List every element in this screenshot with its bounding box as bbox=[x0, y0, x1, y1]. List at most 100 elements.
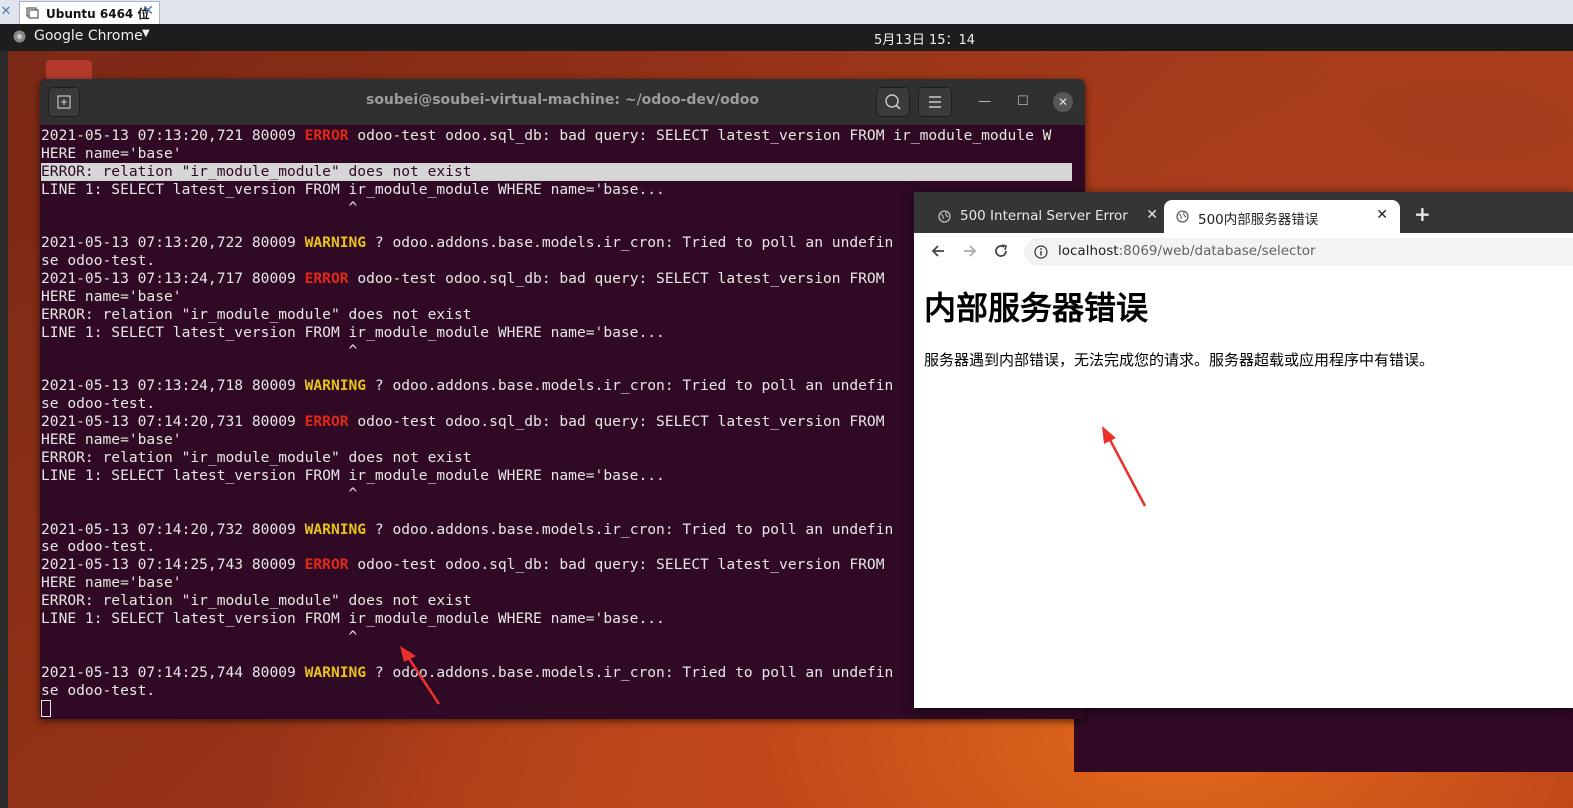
menu-button[interactable] bbox=[918, 87, 952, 117]
terminal-line-text: LINE 1: SELECT latest_version FROM ir_mo… bbox=[41, 324, 665, 341]
log-level-warning: WARNING bbox=[304, 377, 367, 395]
forward-arrow-icon[interactable] bbox=[962, 243, 978, 259]
terminal-line-text: 2021-05-13 07:14:25,743 80009 ERROR odoo… bbox=[41, 556, 885, 573]
close-icon[interactable]: ✕ bbox=[142, 3, 154, 19]
browser-window: 500 Internal Server Error ✕ 500内部服务器错误 ✕… bbox=[914, 192, 1573, 708]
terminal-line-text: se odoo-test. bbox=[41, 395, 155, 412]
log-level-warning: WARNING bbox=[304, 663, 367, 681]
globe-icon bbox=[1176, 210, 1189, 223]
terminal-text: se odoo-test. bbox=[41, 538, 156, 556]
terminal-line-text: se odoo-test. bbox=[41, 252, 155, 269]
close-icon[interactable]: ✕ bbox=[1146, 207, 1158, 223]
terminal-line: 2021-05-13 07:13:20,721 80009 ERROR odoo… bbox=[41, 127, 1081, 145]
globe-icon bbox=[938, 210, 951, 223]
terminal-line-text: HERE name='base' bbox=[41, 288, 182, 305]
terminal-line-text: LINE 1: SELECT latest_version FROM ir_mo… bbox=[41, 610, 665, 627]
vm-tab-label: Ubuntu 6464 位 bbox=[46, 7, 150, 21]
terminal-line-text: 2021-05-13 07:13:24,717 80009 ERROR odoo… bbox=[41, 270, 885, 287]
url-host: localhost bbox=[1058, 243, 1119, 259]
page-message: 服务器遇到内部错误，无法完成您的请求。服务器超载或应用程序中有错误。 bbox=[924, 351, 1435, 369]
terminal-text: odoo-test odoo.sql_db: bad query: SELECT… bbox=[348, 556, 885, 574]
terminal-line-text: 2021-05-13 07:14:25,744 80009 WARNING ? … bbox=[41, 664, 893, 681]
background-window bbox=[1074, 708, 1573, 772]
clock[interactable]: 5月13日 15：14 bbox=[874, 29, 975, 48]
back-arrow-icon[interactable] bbox=[930, 243, 946, 259]
terminal-line-text: 2021-05-13 07:14:20,731 80009 ERROR odoo… bbox=[41, 413, 885, 430]
terminal-line-text: HERE name='base' bbox=[41, 145, 182, 162]
terminal-text: se odoo-test. bbox=[41, 252, 156, 270]
info-icon[interactable] bbox=[1034, 245, 1048, 259]
url-path: :8069/web/database/selector bbox=[1118, 243, 1316, 259]
terminal-text: ^ bbox=[41, 198, 358, 216]
terminal-text: 2021-05-13 07:13:24,717 80009 bbox=[41, 270, 305, 288]
terminal-text: LINE 1: SELECT latest_version FROM ir_mo… bbox=[41, 466, 665, 484]
terminal-text: LINE 1: SELECT latest_version FROM ir_mo… bbox=[41, 323, 665, 341]
terminal-line-text: ERROR: relation "ir_module_module" does … bbox=[41, 449, 472, 466]
dock-edge bbox=[0, 51, 8, 808]
terminal-text: odoo-test odoo.sql_db: bad query: SELECT… bbox=[348, 270, 885, 288]
tab-internal-server-error[interactable]: 500 Internal Server Error ✕ bbox=[926, 200, 1170, 233]
terminal-line-text: se odoo-test. bbox=[41, 538, 155, 555]
terminal-text: 2021-05-13 07:13:20,721 80009 bbox=[41, 127, 305, 144]
terminal-line-text: 2021-05-13 07:13:20,722 80009 WARNING ? … bbox=[41, 234, 893, 251]
terminal-text: 2021-05-13 07:14:25,743 80009 bbox=[41, 556, 305, 574]
terminal-text: HERE name='base' bbox=[41, 574, 182, 592]
terminal-text: se odoo-test. bbox=[41, 681, 156, 699]
terminal-line: ERROR: relation "ir_module_module" does … bbox=[41, 162, 1081, 181]
tab-label: 500 Internal Server Error bbox=[960, 208, 1128, 224]
terminal-line-text: 2021-05-13 07:13:24,718 80009 WARNING ? … bbox=[41, 377, 893, 394]
terminal-text: ^ bbox=[41, 341, 358, 359]
terminal-line-text: se odoo-test. bbox=[41, 682, 155, 699]
terminal-line-text: 2021-05-13 07:13:20,721 80009 ERROR odoo… bbox=[41, 127, 1051, 144]
tab-internal-server-error-cn[interactable]: 500内部服务器错误 ✕ bbox=[1164, 200, 1400, 233]
terminal-line-text: ERROR: relation "ir_module_module" does … bbox=[41, 306, 472, 323]
terminal-line-text: HERE name='base' bbox=[41, 574, 182, 591]
text-cursor bbox=[41, 699, 51, 717]
terminal-text: ERROR: relation "ir_module_module" does … bbox=[41, 592, 472, 610]
terminal-text: HERE name='base' bbox=[41, 144, 182, 162]
terminal-line-text: ^ bbox=[41, 484, 358, 502]
search-button[interactable] bbox=[876, 87, 910, 117]
annotation-arrow-icon bbox=[1102, 426, 1147, 507]
terminal-line-text: ^ bbox=[41, 341, 358, 359]
terminal-line-text: HERE name='base' bbox=[41, 431, 182, 448]
new-tab-icon[interactable]: + bbox=[1414, 202, 1431, 226]
terminal-text: 2021-05-13 07:13:20,722 80009 bbox=[41, 234, 305, 252]
terminal-text: ^ bbox=[41, 627, 358, 645]
page-heading: 内部服务器错误 bbox=[924, 289, 1149, 327]
log-level-error: ERROR bbox=[304, 270, 349, 288]
caret-down-icon[interactable]: ▼ bbox=[142, 28, 150, 39]
terminal-text: HERE name='base' bbox=[41, 431, 182, 449]
vm-icon bbox=[26, 7, 39, 19]
app-menu-label[interactable]: Google Chrome bbox=[34, 28, 143, 44]
terminal-text: 2021-05-13 07:13:24,718 80009 bbox=[41, 377, 305, 395]
terminal-text: 2021-05-13 07:14:20,731 80009 bbox=[41, 413, 305, 431]
terminal-text: 2021-05-13 07:14:25,744 80009 bbox=[41, 663, 305, 681]
terminal-text: odoo-test odoo.sql_db: bad query: SELECT… bbox=[348, 127, 1052, 144]
tab-label: 500内部服务器错误 bbox=[1198, 212, 1319, 228]
log-level-error: ERROR bbox=[304, 556, 349, 574]
reload-icon[interactable] bbox=[993, 243, 1009, 259]
address-bar[interactable]: localhost:8069/web/database/selector bbox=[1024, 238, 1573, 266]
terminal-text: ERROR: relation "ir_module_module" does … bbox=[41, 162, 472, 180]
vm-tab-bar: ✕ Ubuntu 6464 位 ✕ bbox=[0, 0, 1573, 25]
maximize-icon[interactable]: ☐ bbox=[1017, 94, 1029, 109]
ubuntu-top-bar: Google Chrome ▼ 5月13日 15：14 bbox=[0, 24, 1573, 51]
terminal-line-text: ^ bbox=[41, 198, 358, 216]
log-level-error: ERROR bbox=[304, 413, 349, 431]
terminal-text: ? odoo.addons.base.models.ir_cron: Tried… bbox=[366, 234, 894, 252]
annotation-arrow-icon bbox=[400, 646, 441, 705]
terminal-text: ^ bbox=[41, 484, 358, 502]
browser-tab-strip: 500 Internal Server Error ✕ 500内部服务器错误 ✕… bbox=[914, 192, 1573, 233]
close-icon[interactable]: ✕ bbox=[1376, 207, 1388, 223]
terminal-text: ? odoo.addons.base.models.ir_cron: Tried… bbox=[366, 377, 894, 395]
close-icon[interactable]: ✕ bbox=[1053, 92, 1073, 112]
terminal-text: LINE 1: SELECT latest_version FROM ir_mo… bbox=[41, 180, 665, 198]
terminal-line-text: ^ bbox=[41, 627, 358, 645]
minimize-icon[interactable]: — bbox=[978, 94, 991, 109]
close-icon[interactable]: ✕ bbox=[0, 2, 12, 22]
search-icon bbox=[885, 94, 901, 110]
log-level-warning: WARNING bbox=[304, 234, 367, 252]
terminal-text: LINE 1: SELECT latest_version FROM ir_mo… bbox=[41, 610, 665, 628]
vm-tab-ubuntu[interactable]: Ubuntu 6464 位 ✕ bbox=[19, 1, 160, 24]
